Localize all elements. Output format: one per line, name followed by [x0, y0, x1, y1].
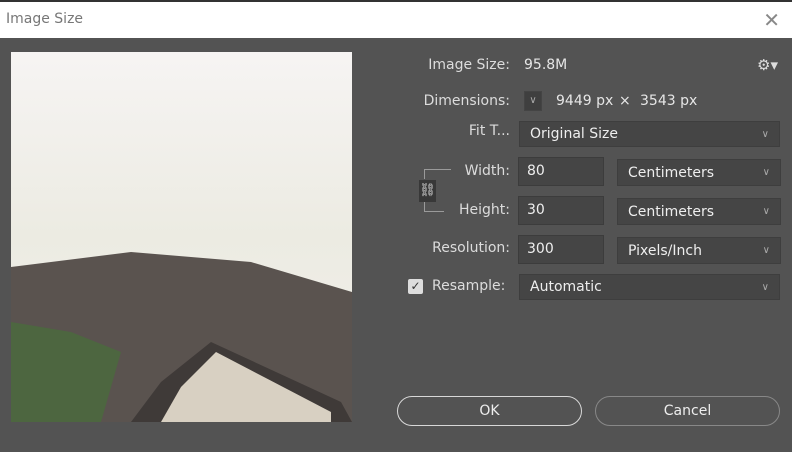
resolution-unit-value: Pixels/Inch — [628, 242, 702, 259]
resample-label: Resample: — [432, 278, 506, 294]
resolution-unit-select[interactable]: Pixels/Inch ∨ — [617, 237, 781, 264]
dimensions-units-dropdown[interactable]: ∨ — [524, 91, 542, 111]
resample-value: Automatic — [530, 279, 602, 295]
chevron-down-icon: ∨ — [762, 245, 770, 256]
width-input[interactable]: 80 — [518, 157, 604, 186]
title-bar: Image Size ✕ — [0, 0, 792, 38]
height-unit-select[interactable]: Centimeters ∨ — [617, 198, 781, 225]
chevron-down-icon: ∨ — [761, 128, 769, 140]
width-unit-value: Centimeters — [628, 164, 715, 181]
image-preview[interactable] — [11, 52, 352, 422]
dimensions-times: × — [619, 93, 631, 109]
ok-button[interactable]: OK — [397, 396, 582, 426]
fit-to-select[interactable]: Original Size ∨ — [519, 121, 780, 147]
gear-icon[interactable]: ⚙▾ — [757, 56, 778, 74]
width-label: Width: — [464, 163, 510, 179]
fit-to-value: Original Size — [530, 126, 618, 142]
chevron-down-icon: ∨ — [529, 95, 537, 106]
image-size-value: 95.8M — [524, 57, 568, 73]
resolution-input[interactable]: 300 — [518, 235, 604, 264]
preview-image — [11, 52, 352, 422]
dimensions-height: 3543 px — [640, 93, 698, 109]
height-input[interactable]: 30 — [518, 196, 604, 225]
height-unit-value: Centimeters — [628, 203, 715, 220]
width-unit-select[interactable]: Centimeters ∨ — [617, 159, 781, 186]
chevron-down-icon: ∨ — [762, 167, 770, 178]
link-icon[interactable]: ⛓ — [419, 180, 436, 202]
cancel-button[interactable]: Cancel — [595, 396, 780, 426]
resolution-label: Resolution: — [432, 240, 510, 256]
fit-to-label: Fit T... — [468, 123, 510, 139]
dialog-title: Image Size — [6, 11, 84, 27]
resample-select[interactable]: Automatic ∨ — [519, 274, 780, 300]
chevron-down-icon: ∨ — [762, 206, 770, 217]
resample-checkbox[interactable]: ✓ — [408, 279, 423, 294]
dimensions-width: 9449 px — [556, 93, 614, 109]
image-size-label: Image Size: — [428, 57, 510, 73]
close-icon[interactable]: ✕ — [763, 8, 780, 32]
height-label: Height: — [459, 202, 510, 218]
dimensions-label: Dimensions: — [423, 93, 510, 109]
chevron-down-icon: ∨ — [761, 281, 769, 293]
